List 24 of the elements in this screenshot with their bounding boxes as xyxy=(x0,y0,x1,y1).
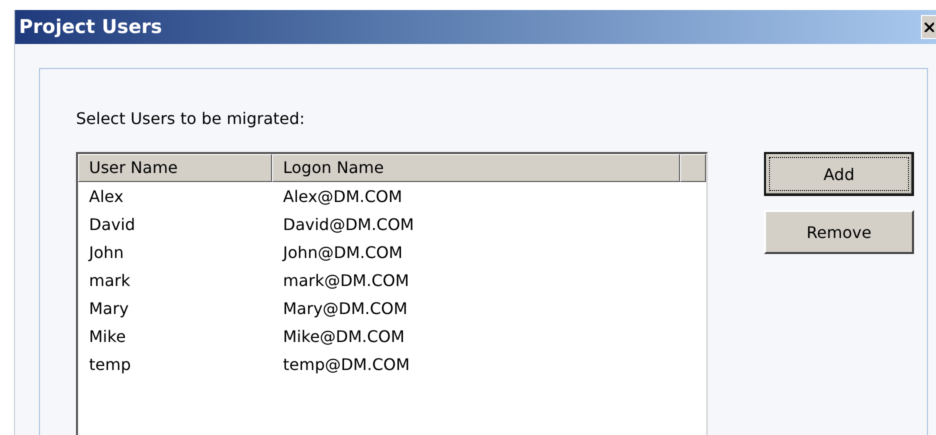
window-title: Project Users xyxy=(19,16,162,38)
remove-button[interactable]: Remove xyxy=(764,210,914,254)
table-cell: Alex xyxy=(89,186,124,206)
table-cell: Mike xyxy=(89,326,126,346)
column-header[interactable]: User Name xyxy=(78,154,272,182)
table-cell: temp xyxy=(89,354,131,374)
column-header[interactable]: Logon Name xyxy=(272,154,680,182)
close-icon xyxy=(924,22,934,32)
add-button[interactable]: Add xyxy=(764,152,914,196)
user-list[interactable]: User Name Logon Name Alex Alex@DM.COM David David@DM.COM John John@DM.COM mark mark@DM.COM Mary Mary@DM.COM Mike Mike@DM.COM temp temp@DM.COM xyxy=(76,152,708,435)
instruction-label: Select Users to be migrated: xyxy=(76,109,306,128)
table-cell: John@DM.COM xyxy=(283,242,403,262)
table-cell: David@DM.COM xyxy=(283,214,414,234)
table-cell: Mary xyxy=(89,298,129,318)
table-cell: Mary@DM.COM xyxy=(283,298,408,318)
table-cell: mark@DM.COM xyxy=(283,270,410,290)
close-button[interactable] xyxy=(921,15,936,39)
table-cell: John xyxy=(89,242,124,262)
empty-column-header[interactable] xyxy=(680,154,706,182)
table-cell: Alex@DM.COM xyxy=(283,186,402,206)
table-cell: mark xyxy=(89,270,130,290)
table-cell: temp@DM.COM xyxy=(283,354,410,374)
table-cell: David xyxy=(89,214,136,234)
table-cell: Mike@DM.COM xyxy=(283,326,405,346)
